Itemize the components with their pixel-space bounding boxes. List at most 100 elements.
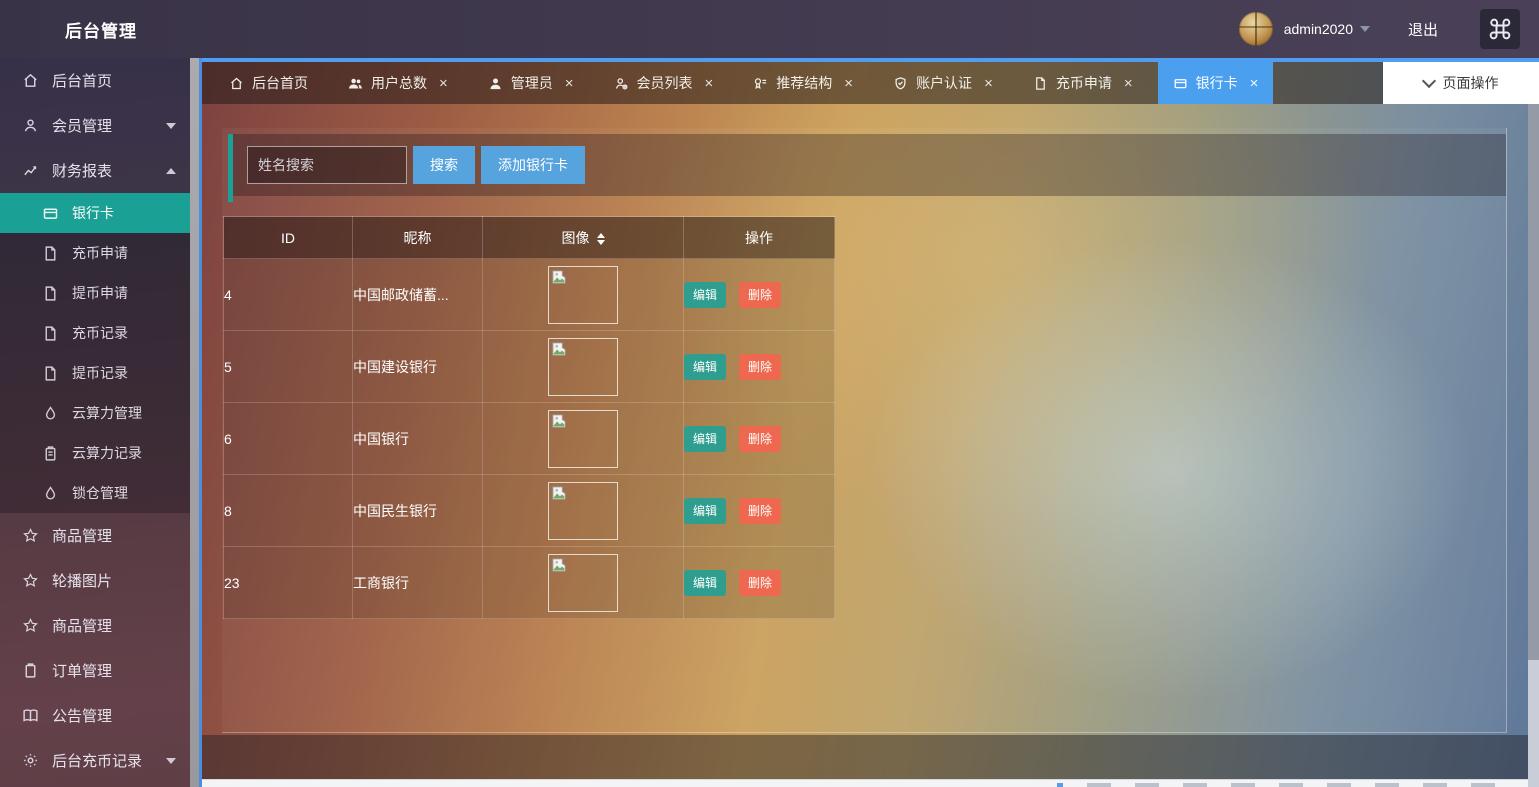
sidebar-item-label: 充币记录	[72, 323, 128, 343]
sidebar-item-withdraw-records[interactable]: 提币记录	[0, 353, 190, 393]
delete-button[interactable]: 删除	[739, 282, 781, 308]
delete-button[interactable]: 删除	[739, 354, 781, 380]
sidebar-item-label: 商品管理	[52, 525, 112, 546]
sort-icon[interactable]	[597, 233, 605, 245]
tab-deposit-apply[interactable]: 充币申请 ×	[1018, 62, 1148, 104]
sidebar-item-label: 充币申请	[72, 243, 128, 263]
tab-recommend-structure[interactable]: 推荐结构 ×	[738, 62, 868, 104]
delete-button[interactable]: 删除	[739, 426, 781, 452]
scrollbar-thumb[interactable]	[1528, 104, 1539, 660]
tab-account-auth[interactable]: 账户认证 ×	[878, 62, 1008, 104]
table-row: 6 中国银行 编辑删除	[224, 403, 835, 475]
sidebar-item-products-2[interactable]: 商品管理	[0, 603, 190, 648]
edit-button[interactable]: 编辑	[684, 570, 726, 596]
sidebar-item-bank-card[interactable]: 银行卡	[0, 193, 190, 233]
close-icon[interactable]: ×	[439, 76, 448, 91]
sidebar-item-label: 后台首页	[52, 70, 112, 91]
sidebar-item-label: 公告管理	[52, 705, 112, 726]
sidebar-item-withdraw-apply[interactable]: 提币申请	[0, 273, 190, 313]
sidebar-scrollbar[interactable]	[190, 58, 199, 787]
column-header-image: 图像	[483, 217, 684, 259]
droplet-icon	[42, 485, 59, 502]
sidebar-item-label: 轮播图片	[52, 570, 112, 591]
sidebar-item-label: 提币申请	[72, 283, 128, 303]
add-bank-card-button[interactable]: 添加银行卡	[481, 146, 585, 184]
bank-card-content-panel: 搜索 添加银行卡 ID 昵称 图像 操作 4 中国邮政储蓄...	[222, 128, 1507, 733]
sidebar-item-products-1[interactable]: 商品管理	[0, 513, 190, 558]
search-toolbar: 搜索 添加银行卡	[228, 134, 1506, 196]
users-icon	[348, 76, 363, 91]
delete-button[interactable]: 删除	[739, 570, 781, 596]
tab-admin[interactable]: 管理员 ×	[473, 62, 589, 104]
cell-actions: 编辑删除	[684, 331, 835, 403]
delete-button[interactable]: 删除	[739, 498, 781, 524]
sidebar-item-members[interactable]: 会员管理	[0, 103, 190, 148]
edit-button[interactable]: 编辑	[684, 498, 726, 524]
admin-app: 后台管理 admin2020 退出 后台首页 会员管理 财务报表	[0, 0, 1539, 787]
edit-button[interactable]: 编辑	[684, 354, 726, 380]
document-icon	[42, 325, 59, 342]
app-logo-button[interactable]	[1480, 9, 1520, 49]
chevron-up-icon	[166, 168, 176, 174]
cell-image	[483, 259, 684, 331]
tab-label: 管理员	[511, 73, 553, 93]
document-icon	[42, 365, 59, 382]
user-gear-icon	[614, 76, 629, 91]
sidebar-item-home[interactable]: 后台首页	[0, 58, 190, 103]
close-icon[interactable]: ×	[705, 76, 714, 91]
search-button[interactable]: 搜索	[413, 146, 475, 184]
page-actions-button[interactable]: 页面操作	[1383, 62, 1539, 104]
sidebar-item-label: 后台充币记录	[52, 750, 142, 771]
clipped-footer-icons	[1057, 783, 1495, 787]
chevron-down-icon[interactable]	[1360, 26, 1370, 32]
search-input[interactable]	[247, 146, 407, 184]
tab-member-list[interactable]: 会员列表 ×	[599, 62, 729, 104]
close-icon[interactable]: ×	[844, 76, 853, 91]
column-header-nickname: 昵称	[353, 217, 483, 259]
sidebar-item-carousel[interactable]: 轮播图片	[0, 558, 190, 603]
tab-user-total[interactable]: 用户总数 ×	[333, 62, 463, 104]
user-icon	[22, 117, 39, 134]
sidebar-item-finance[interactable]: 财务报表	[0, 148, 190, 193]
book-icon	[22, 707, 39, 724]
tab-label: 用户总数	[371, 73, 427, 93]
close-icon[interactable]: ×	[565, 76, 574, 91]
column-header-id: ID	[224, 217, 353, 259]
cell-nickname: 工商银行	[353, 547, 483, 619]
sidebar-item-cloud-power-mgmt[interactable]: 云算力管理	[0, 393, 190, 433]
cell-id: 6	[224, 403, 353, 475]
cell-id: 8	[224, 475, 353, 547]
finance-submenu: 银行卡 充币申请 提币申请 充币记录 提币记录 云算力管理	[0, 193, 190, 513]
broken-image-icon	[552, 558, 567, 573]
close-icon[interactable]: ×	[984, 76, 993, 91]
tab-bank-card[interactable]: 银行卡 ×	[1158, 62, 1274, 104]
chevron-down-icon	[166, 123, 176, 129]
page-scrollbar[interactable]	[1528, 104, 1539, 787]
star-icon	[22, 527, 39, 544]
clipped-footer-toolbar	[202, 779, 1539, 787]
sidebar-item-backend-deposit-records[interactable]: 后台充币记录	[0, 738, 190, 783]
user-avatar[interactable]	[1239, 12, 1273, 46]
badge-icon	[753, 76, 768, 91]
tab-home[interactable]: 后台首页	[214, 62, 323, 104]
user-icon	[488, 76, 503, 91]
sidebar-item-orders[interactable]: 订单管理	[0, 648, 190, 693]
close-icon[interactable]: ×	[1250, 76, 1259, 91]
cell-image	[483, 547, 684, 619]
sidebar-item-deposit-apply[interactable]: 充币申请	[0, 233, 190, 273]
clipboard-icon	[22, 662, 39, 679]
clipboard-icon	[42, 445, 59, 462]
open-tabs-bar: 后台首页 用户总数 × 管理员 × 会员列表 × 推荐结构 × 账户认证 ×	[202, 58, 1539, 104]
broken-image-icon	[552, 342, 567, 357]
sidebar-item-lock-mgmt[interactable]: 锁仓管理	[0, 473, 190, 513]
username-label[interactable]: admin2020	[1284, 21, 1353, 37]
logout-button[interactable]: 退出	[1408, 19, 1438, 40]
edit-button[interactable]: 编辑	[684, 282, 726, 308]
close-icon[interactable]: ×	[1124, 76, 1133, 91]
edit-button[interactable]: 编辑	[684, 426, 726, 452]
sidebar-item-cloud-power-records[interactable]: 云算力记录	[0, 433, 190, 473]
bank-card-table: ID 昵称 图像 操作 4 中国邮政储蓄... 编辑删除	[223, 216, 835, 619]
sidebar-item-deposit-records[interactable]: 充币记录	[0, 313, 190, 353]
sidebar-item-announcements[interactable]: 公告管理	[0, 693, 190, 738]
command-clover-icon	[1486, 15, 1514, 43]
